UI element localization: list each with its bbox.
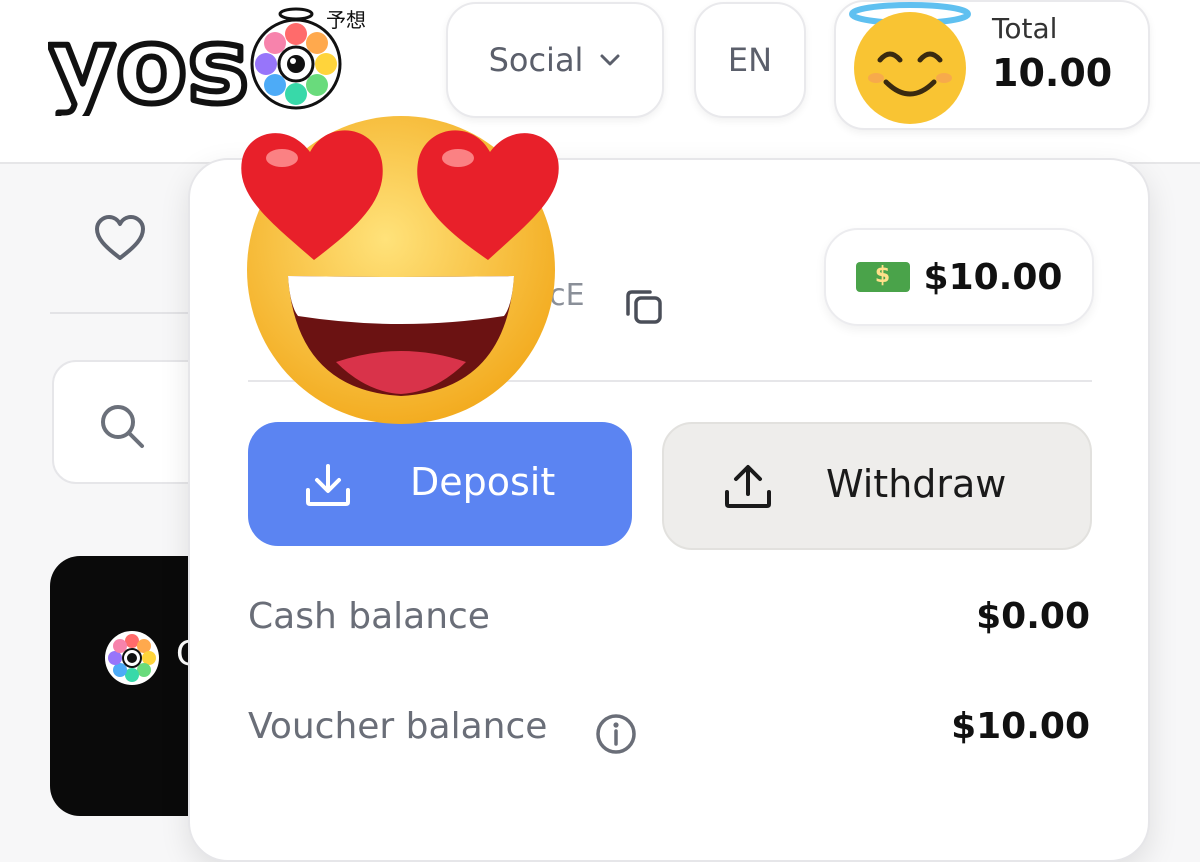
copy-icon[interactable] <box>624 286 664 326</box>
voucher-balance-label: Voucher balance <box>248 706 548 747</box>
deposit-button[interactable]: Deposit <box>248 422 632 546</box>
voucher-balance-value: $10.00 <box>951 706 1090 747</box>
chevron-down-icon <box>600 54 620 66</box>
language-label: EN <box>727 41 773 79</box>
bg-divider <box>50 312 190 314</box>
heart-outline-icon[interactable] <box>94 214 146 262</box>
total-label: Total <box>992 12 1058 45</box>
cash-balance-label: Cash balance <box>248 596 490 637</box>
heart-eyes-emoji-sticker <box>241 116 559 424</box>
deposit-label: Deposit <box>410 460 556 504</box>
smiling-halo-emoji-sticker <box>849 2 971 124</box>
dollar-banknote-icon <box>855 262 910 292</box>
info-icon[interactable] <box>594 712 638 756</box>
withdraw-button[interactable]: Withdraw <box>662 422 1092 550</box>
cash-balance-value: $0.00 <box>976 596 1090 637</box>
withdraw-label: Withdraw <box>826 462 1007 506</box>
yoso-flower-icon <box>105 631 159 685</box>
network-selector-label: Social <box>488 41 584 79</box>
svg-text:yos: yos <box>48 6 249 116</box>
total-value: 10.00 <box>992 51 1113 95</box>
wallet-balance-badge[interactable]: $10.00 <box>824 228 1094 326</box>
logo-kana: 予想 <box>326 8 366 32</box>
search-icon <box>101 405 144 448</box>
upload-icon <box>725 465 771 508</box>
balance-amount: $10.00 <box>923 256 1063 298</box>
top-bar: yos 予想 Social EN Total 10.00 <box>0 0 1200 164</box>
language-selector[interactable]: EN <box>694 2 806 118</box>
download-icon <box>306 464 350 506</box>
